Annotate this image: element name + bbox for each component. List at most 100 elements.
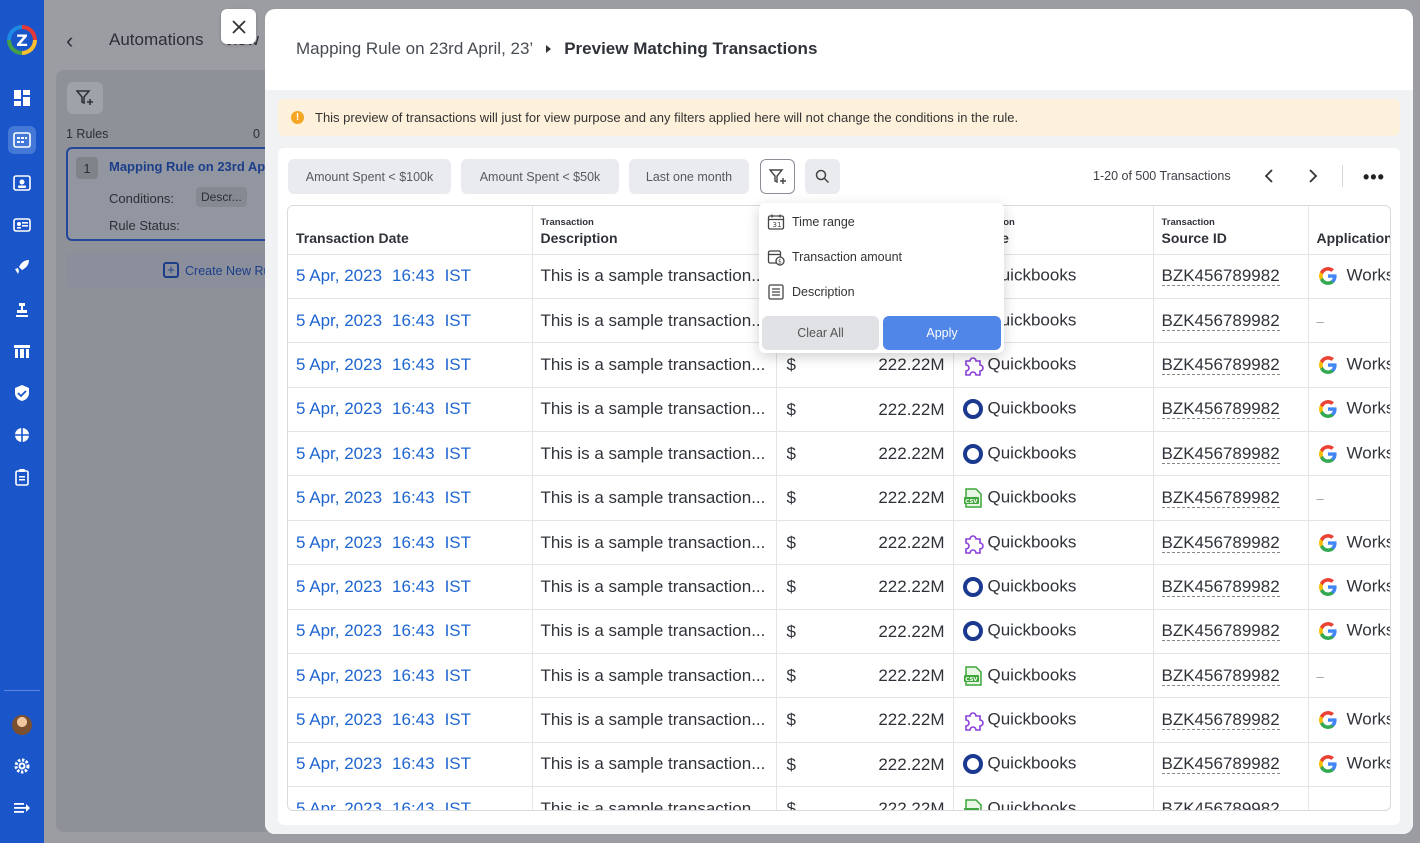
breadcrumb-parent[interactable]: Mapping Rule on 23rd April, 23’ [296, 39, 533, 59]
amount-value: 222.22M [878, 532, 945, 552]
integrations-icon[interactable] [8, 421, 36, 449]
clear-all-button[interactable]: Clear All [762, 316, 879, 350]
column-header[interactable]: Transaction Description [532, 206, 777, 255]
table-row[interactable]: 5 Apr, 2023 16:43 IST This is a sample tran… [288, 609, 1390, 655]
filter-chip[interactable]: Last one month [629, 159, 749, 194]
back-chevron-icon[interactable]: ‹ [66, 28, 73, 54]
transaction-date[interactable]: 5 Apr, 2023 16:43 IST [288, 653, 533, 699]
google-icon [1318, 356, 1337, 374]
transaction-date[interactable]: 5 Apr, 2023 16:43 IST [288, 564, 533, 610]
add-filter-button[interactable] [760, 159, 795, 194]
applications-icon[interactable] [8, 126, 36, 154]
reports-clipboard-icon[interactable] [8, 463, 36, 491]
table-row[interactable]: 5 Apr, 2023 16:43 IST This is a sample tran… [288, 387, 1390, 433]
dropdown-item-transaction-amount[interactable]: $ Transaction amount [767, 244, 902, 270]
prev-page-button[interactable] [1263, 168, 1275, 189]
transaction-date[interactable]: 5 Apr, 2023 16:43 IST [288, 298, 533, 344]
table-row[interactable]: 5 Apr, 2023 16:43 IST This is a sample tran… [288, 742, 1390, 788]
application[interactable]: Workspace [1308, 387, 1390, 433]
transaction-source-id[interactable]: BZK456789982 [1153, 609, 1309, 655]
application[interactable]: – [1308, 475, 1390, 521]
transaction-date[interactable]: 5 Apr, 2023 16:43 IST [288, 431, 533, 477]
rule-status-label: Rule Status: [109, 218, 180, 233]
dropdown-item-label: Description [792, 285, 855, 299]
transaction-description: This is a sample transaction... [532, 342, 777, 388]
add-filter-icon[interactable] [67, 82, 103, 114]
time-value: 16:43 [392, 621, 435, 641]
rocket-icon[interactable] [8, 253, 36, 281]
column-header[interactable]: Transaction Date [288, 206, 533, 255]
table-row[interactable]: 5 Apr, 2023 16:43 IST This is a sample tran… [288, 564, 1390, 610]
application[interactable]: Workspace [1308, 431, 1390, 477]
expand-menu-icon[interactable] [8, 794, 36, 822]
workflows-icon[interactable] [8, 295, 36, 323]
transaction-source-id[interactable]: BZK456789982 [1153, 475, 1309, 521]
transaction-source-id[interactable]: BZK456789982 [1153, 298, 1309, 344]
zluri-logo[interactable]: Z [7, 25, 37, 55]
application[interactable]: – [1308, 298, 1390, 344]
transaction-source-id[interactable]: BZK456789982 [1153, 387, 1309, 433]
rule-name[interactable]: Mapping Rule on 23rd Ap [109, 159, 265, 174]
application[interactable]: Workspace [1308, 342, 1390, 388]
transaction-date[interactable]: 5 Apr, 2023 16:43 IST [288, 475, 533, 521]
rule-card[interactable]: 1 Mapping Rule on 23rd Ap Conditions: De… [66, 147, 281, 241]
settings-gear-icon[interactable] [8, 752, 36, 780]
table-row[interactable]: 5 Apr, 2023 16:43 IST This is a sample tran… [288, 697, 1390, 743]
dropdown-item-time-range[interactable]: 31 Time range [767, 209, 855, 235]
source-id-value: BZK456789982 [1161, 310, 1280, 331]
truncation-ellipsis: ... [751, 710, 766, 730]
dropdown-item-description[interactable]: Description [767, 279, 855, 305]
next-page-button[interactable] [1307, 168, 1319, 189]
timezone: IST [444, 665, 472, 685]
table-row[interactable]: 5 Apr, 2023 16:43 IST This is a sample tran… [288, 786, 1390, 810]
create-new-rule-button[interactable]: + Create New Ru [66, 253, 281, 288]
application[interactable]: Workspace [1308, 520, 1390, 566]
application[interactable]: Workspace [1308, 254, 1390, 299]
transaction-source-id[interactable]: BZK456789982 [1153, 786, 1309, 810]
transaction-source-id[interactable]: BZK456789982 [1153, 564, 1309, 610]
application[interactable]: – [1308, 653, 1390, 699]
table-row[interactable]: 5 Apr, 2023 16:43 IST This is a sample tran… [288, 431, 1390, 477]
transaction-source-id[interactable]: BZK456789982 [1153, 653, 1309, 699]
user-avatar[interactable] [12, 715, 32, 735]
column-header[interactable]: Transaction Source ID [1153, 206, 1309, 255]
source-name: Quickbooks [987, 620, 1077, 640]
transaction-date[interactable]: 5 Apr, 2023 16:43 IST [288, 697, 533, 743]
security-shield-icon[interactable] [8, 379, 36, 407]
transaction-source-id[interactable]: BZK456789982 [1153, 520, 1309, 566]
filter-chip[interactable]: Amount Spent < $50k [461, 159, 619, 194]
search-button[interactable] [805, 159, 840, 194]
table-row[interactable]: 5 Apr, 2023 16:43 IST This is a sample tran… [288, 475, 1390, 521]
close-modal-button[interactable] [221, 9, 256, 44]
transaction-source-id[interactable]: BZK456789982 [1153, 697, 1309, 743]
column-header[interactable]: Application [1308, 206, 1390, 255]
transaction-date[interactable]: 5 Apr, 2023 16:43 IST [288, 609, 533, 655]
table-row[interactable]: 5 Apr, 2023 16:43 IST This is a sample tran… [288, 520, 1390, 566]
truncation-ellipsis: ... [751, 532, 766, 552]
more-options-icon[interactable]: ••• [1363, 167, 1385, 188]
transaction-source-id[interactable]: BZK456789982 [1153, 342, 1309, 388]
google-icon [1318, 400, 1337, 419]
application[interactable]: Workspace [1308, 697, 1390, 743]
application[interactable]: Workspace [1308, 609, 1390, 655]
buildings-icon[interactable] [8, 337, 36, 365]
currency-symbol: $ [786, 754, 796, 774]
transaction-source-id[interactable]: BZK456789982 [1153, 431, 1309, 477]
filter-chip[interactable]: Amount Spent < $100k [288, 159, 451, 194]
apply-button[interactable]: Apply [883, 316, 1001, 350]
users-icon[interactable] [8, 169, 36, 197]
table-row[interactable]: 5 Apr, 2023 16:43 IST This is a sample tran… [288, 653, 1390, 699]
application[interactable]: – [1308, 786, 1390, 810]
transaction-source-id[interactable]: BZK456789982 [1153, 742, 1309, 788]
transaction-date[interactable]: 5 Apr, 2023 16:43 IST [288, 520, 533, 566]
application[interactable]: Workspace [1308, 564, 1390, 610]
contracts-icon[interactable] [8, 211, 36, 239]
application[interactable]: Workspace [1308, 742, 1390, 788]
transaction-date[interactable]: 5 Apr, 2023 16:43 IST [288, 786, 533, 810]
transaction-date[interactable]: 5 Apr, 2023 16:43 IST [288, 342, 533, 388]
transaction-source-id[interactable]: BZK456789982 [1153, 254, 1309, 299]
transaction-date[interactable]: 5 Apr, 2023 16:43 IST [288, 742, 533, 788]
transaction-date[interactable]: 5 Apr, 2023 16:43 IST [288, 387, 533, 433]
transaction-date[interactable]: 5 Apr, 2023 16:43 IST [288, 254, 533, 299]
dashboard-icon[interactable] [8, 84, 36, 112]
